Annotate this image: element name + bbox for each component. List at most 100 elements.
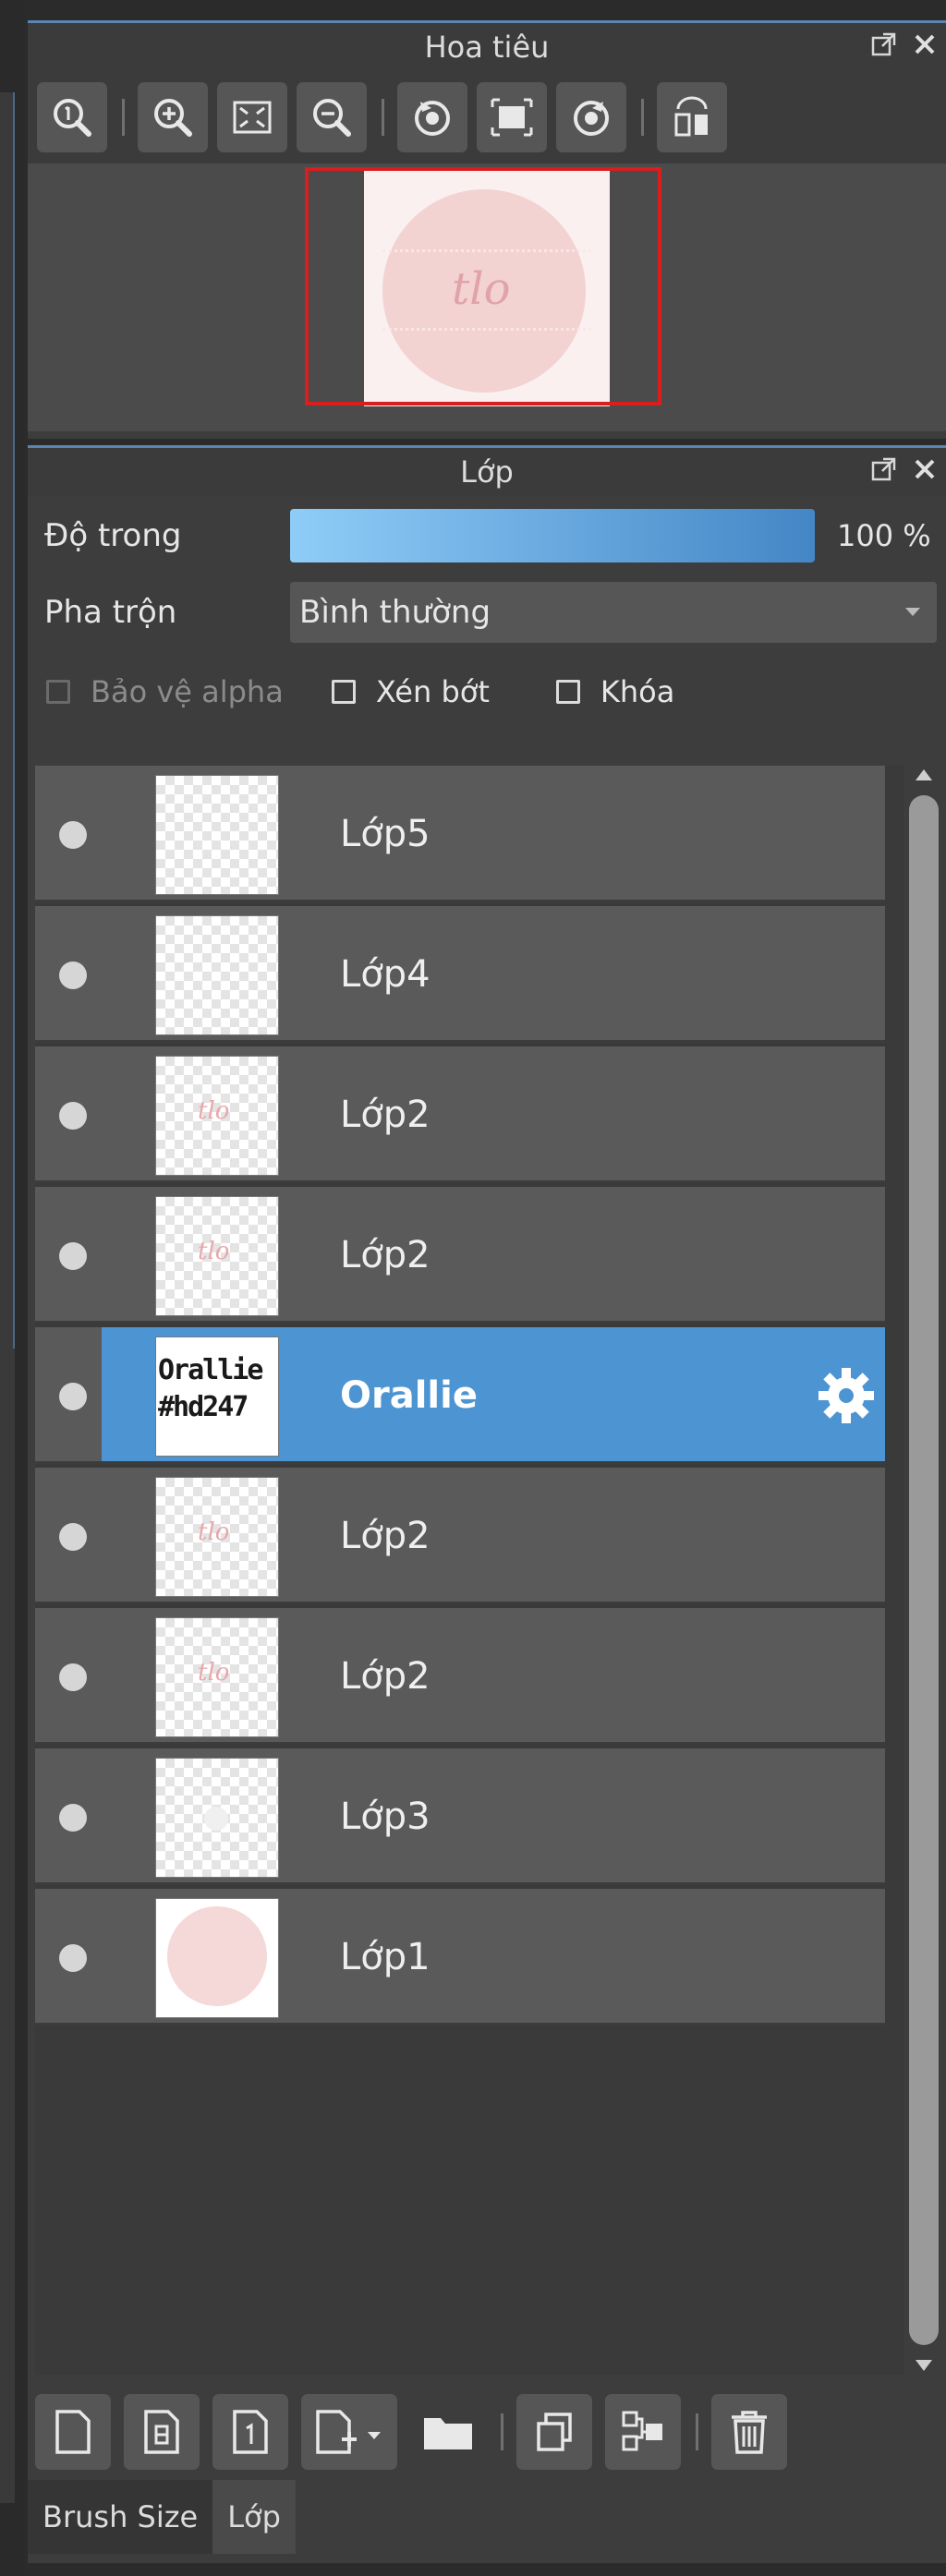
left-panel-edge-lower	[0, 1348, 15, 2503]
zoom-in-icon[interactable]	[138, 82, 208, 152]
navigator-title: Hoa tiêu	[424, 30, 550, 65]
layer-thumbnail	[155, 1758, 279, 1878]
layer-row[interactable]: Lớp1	[35, 1889, 885, 2026]
scrollbar-thumb[interactable]	[909, 795, 939, 2345]
scroll-up-icon[interactable]	[916, 769, 932, 780]
left-panel-edge	[0, 92, 15, 1385]
viewport-frame[interactable]	[305, 167, 661, 405]
thumbnail-mark: tlo	[198, 1659, 230, 1687]
visibility-toggle[interactable]	[59, 1102, 87, 1130]
visibility-toggle[interactable]	[59, 1383, 87, 1410]
visibility-toggle[interactable]	[59, 1523, 87, 1551]
text-layer-thumbnail: Orallie #hd247	[158, 1354, 263, 1423]
new-layer-icon[interactable]	[35, 2394, 111, 2470]
navigator-toolbar	[28, 71, 946, 163]
layer-panel: Lớp Độ trong 100 % Pha trộn Bình thường …	[28, 445, 946, 2563]
navigator-preview[interactable]: tlo	[28, 163, 946, 431]
thumbnail-mark: tlo	[198, 1518, 230, 1546]
checkbox-box	[555, 680, 580, 704]
zoom-reset-icon[interactable]	[37, 82, 107, 152]
layer-name: Lớp4	[340, 953, 431, 996]
opacity-value: 100 %	[837, 518, 931, 553]
visibility-toggle[interactable]	[59, 1804, 87, 1832]
layer-thumbnail: tlo	[155, 1617, 279, 1737]
opacity-slider[interactable]	[290, 509, 815, 562]
merge-down-icon[interactable]	[605, 2394, 681, 2470]
blend-mode-value: Bình thường	[299, 594, 491, 631]
popout-icon[interactable]	[870, 455, 898, 489]
clipping-checkbox[interactable]: Xén bớt	[331, 674, 490, 709]
new-8bit-layer-icon[interactable]	[124, 2394, 200, 2470]
checkbox-box	[46, 680, 70, 704]
new-1bit-layer-icon[interactable]	[212, 2394, 288, 2470]
toolbar-separator	[122, 99, 125, 136]
panel-tabs: Brush Size Lớp	[28, 2480, 296, 2561]
layer-name: Lớp2	[340, 1234, 431, 1276]
blend-label: Pha trộn	[44, 594, 177, 631]
blend-row: Pha trộn Bình thường	[28, 575, 946, 649]
protect-alpha-checkbox[interactable]: Bảo vệ alpha	[46, 674, 284, 709]
toolbar-separator	[696, 2413, 698, 2450]
visibility-toggle[interactable]	[59, 821, 87, 849]
layer-name: Lớp2	[340, 1515, 431, 1557]
toolbar-separator	[501, 2413, 503, 2450]
rotate-left-icon[interactable]	[397, 82, 467, 152]
layer-row[interactable]: Lớp4	[35, 906, 885, 1043]
clipping-label: Xén bớt	[375, 674, 490, 709]
gear-icon[interactable]	[815, 1364, 878, 1427]
layer-toolbar	[35, 2388, 800, 2476]
checkbox-box	[331, 680, 356, 704]
toolbar-separator	[641, 99, 644, 136]
layer-thumbnail: tlo	[155, 1477, 279, 1597]
layer-row[interactable]: Lớp3	[35, 1748, 885, 1885]
toolbar-separator	[382, 99, 384, 136]
folder-icon[interactable]	[410, 2394, 486, 2470]
layer-thumbnail: tlo	[155, 1056, 279, 1176]
trash-icon[interactable]	[711, 2394, 787, 2470]
opacity-label: Độ trong	[44, 517, 182, 554]
layer-name: Lớp2	[340, 1094, 431, 1136]
layer-thumbnail	[155, 775, 279, 895]
zoom-out-icon[interactable]	[297, 82, 367, 152]
lock-checkbox[interactable]: Khóa	[555, 674, 675, 709]
opacity-row: Độ trong 100 %	[28, 496, 946, 575]
close-icon[interactable]	[913, 457, 937, 487]
layer-row[interactable]: tlo Lớp2	[35, 1046, 885, 1183]
layer-row[interactable]: Lớp5	[35, 766, 885, 902]
visibility-toggle[interactable]	[59, 1242, 87, 1270]
layer-thumbnail: Orallie #hd247	[155, 1336, 279, 1457]
layer-panel-title: Lớp	[460, 454, 514, 490]
navigator-panel: Hoa tiêu tlo	[28, 20, 946, 439]
layer-name: Lớp1	[340, 1936, 431, 1978]
layer-row[interactable]: tlo Lớp2	[35, 1608, 885, 1745]
lock-label: Khóa	[600, 674, 675, 709]
thumbnail-mark: tlo	[198, 1238, 230, 1265]
fit-screen-icon[interactable]	[217, 82, 287, 152]
add-layer-menu-icon[interactable]	[301, 2394, 397, 2470]
layer-scrollbar[interactable]	[905, 766, 942, 2375]
layer-name: Lớp3	[340, 1796, 431, 1838]
blend-mode-select[interactable]: Bình thường	[290, 582, 937, 643]
layer-title-bar: Lớp	[28, 448, 946, 496]
layer-list: Lớp5 Lớp4 tlo Lớp2 tlo Lớp2 Orallie #hd24…	[35, 766, 904, 2375]
tab-layer[interactable]: Lớp	[212, 2480, 296, 2554]
layer-thumbnail: tlo	[155, 1196, 279, 1316]
visibility-toggle[interactable]	[59, 1663, 87, 1691]
rotate-right-icon[interactable]	[556, 82, 626, 152]
layer-row[interactable]: tlo Lớp2	[35, 1187, 885, 1324]
close-icon[interactable]	[913, 32, 937, 62]
actual-size-icon[interactable]	[477, 82, 547, 152]
protect-alpha-label: Bảo vệ alpha	[91, 674, 284, 709]
layer-row[interactable]: tlo Lớp2	[35, 1468, 885, 1604]
navigator-title-bar: Hoa tiêu	[28, 23, 946, 71]
visibility-toggle[interactable]	[59, 961, 87, 989]
layer-name: Lớp5	[340, 813, 431, 855]
popout-icon[interactable]	[870, 30, 898, 64]
scroll-down-icon[interactable]	[916, 2360, 932, 2371]
visibility-toggle[interactable]	[59, 1944, 87, 1972]
flip-horizontal-icon[interactable]	[657, 82, 727, 152]
tab-brush-size[interactable]: Brush Size	[28, 2480, 213, 2554]
layer-name: Orallie	[340, 1374, 478, 1417]
layer-row-selected[interactable]: Orallie #hd247 Orallie	[35, 1327, 885, 1464]
duplicate-layer-icon[interactable]	[516, 2394, 592, 2470]
